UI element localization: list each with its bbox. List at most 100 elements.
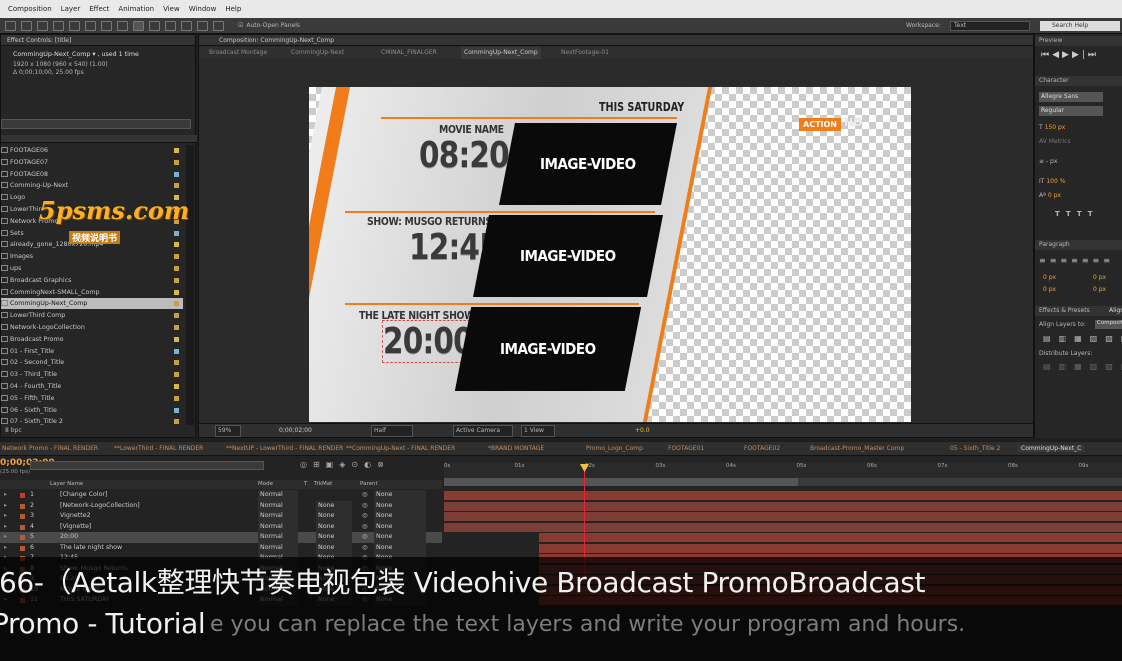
type-tool-icon[interactable] (133, 20, 144, 31)
menu-view[interactable]: View (163, 5, 180, 13)
menu-window[interactable]: Window (189, 5, 217, 13)
layer-trkmat-select[interactable]: None (316, 521, 352, 532)
layer-color-swatch[interactable] (20, 545, 25, 551)
comp-viewer-canvas[interactable]: THIS SATURDAY ACTION HD MOVIE NAME 08:20… (309, 87, 911, 422)
layer-duration-bar[interactable] (539, 543, 1122, 553)
bpc-toggle[interactable]: 8 bpc (5, 427, 22, 434)
timeline-tab[interactable]: Promo_Logo_Comp (586, 445, 643, 452)
layer-row[interactable]: ▸ 5 20:00 Normal None ◎ None (0, 532, 442, 543)
layer-color-swatch[interactable] (20, 514, 25, 519)
indent-left-value[interactable]: 0 px (1043, 274, 1056, 281)
timeline-tab[interactable]: Network Promo - FINAL RENDER (2, 445, 98, 452)
menu-animation[interactable]: Animation (118, 5, 154, 13)
visibility-eye-icon[interactable]: ▸ (4, 501, 7, 512)
comp-subtab[interactable]: CommingUp-Next (291, 47, 344, 59)
layer-duration-bar[interactable] (444, 522, 1122, 532)
preview-tab[interactable]: Preview (1035, 36, 1122, 46)
comp-subtab[interactable]: NextFootage-01 (561, 47, 609, 59)
layer-trkmat-select[interactable]: None (316, 500, 352, 511)
project-item[interactable]: 07 - Sixth_Title 2 (1, 416, 183, 427)
layer-mode-select[interactable]: Normal (258, 521, 298, 532)
timeline-tab[interactable]: 05 - Sixth_Title 2 (950, 445, 1000, 452)
character-tab[interactable]: Character (1035, 76, 1122, 86)
label-color-swatch[interactable] (174, 159, 179, 165)
layer-parent-select[interactable]: None (374, 542, 426, 553)
zoom-select[interactable]: 59% (215, 425, 241, 437)
project-item[interactable]: Broadcast Graphics (1, 275, 183, 286)
font-style-select[interactable]: Regular (1039, 106, 1103, 116)
timeline-tab[interactable]: Broadcast-Promo_Master Comp (810, 445, 904, 452)
label-color-swatch[interactable] (174, 277, 179, 283)
parent-pickwhip-icon[interactable]: ◎ (362, 490, 368, 501)
leading-value[interactable]: - px (1046, 158, 1057, 165)
timeline-tab[interactable]: *BRAND MONTAGE (488, 445, 544, 452)
label-color-swatch[interactable] (174, 266, 179, 271)
layer-parent-select[interactable]: None (374, 500, 426, 511)
pan-behind-tool-icon[interactable] (85, 20, 96, 31)
layer-trkmat-select[interactable]: None (316, 542, 352, 553)
label-color-swatch[interactable] (174, 360, 179, 366)
label-color-swatch[interactable] (174, 148, 179, 153)
project-item[interactable]: 01 - First_Title (1, 346, 183, 357)
label-color-swatch[interactable] (174, 419, 179, 425)
layer-row[interactable]: ▸ 2 [Network-LogoCollection] Normal None ◎ Non… (0, 500, 442, 512)
project-item[interactable]: ups (1, 263, 183, 274)
timeline-switch-icons[interactable]: ◎⊞▣◈⊙◐⊗ (300, 460, 390, 469)
layer-mode-select[interactable]: Normal (258, 511, 298, 522)
parent-pickwhip-icon[interactable]: ◎ (362, 532, 368, 543)
parent-pickwhip-icon[interactable]: ◎ (362, 501, 368, 512)
project-item[interactable]: 03 - Third_Title (1, 369, 183, 380)
project-item[interactable]: CommingNext-SMALL_Comp (1, 287, 183, 298)
label-color-swatch[interactable] (174, 301, 179, 307)
mask-tool-icon[interactable] (101, 20, 112, 31)
align-tab[interactable]: Align (1109, 306, 1122, 316)
timeline-tab[interactable]: **CommingUp-Next - FINAL RENDER (346, 445, 455, 452)
label-color-swatch[interactable] (174, 325, 179, 330)
visibility-eye-icon[interactable]: ▸ (4, 543, 7, 554)
auto-open-checkbox[interactable]: ☑ (238, 22, 243, 29)
comp-subtab[interactable]: CMINAL_FINALGER (381, 47, 437, 59)
comp-subtab[interactable]: CommingUp-Next_Comp (461, 47, 541, 59)
menu-help[interactable]: Help (225, 5, 241, 13)
layer-row[interactable]: ▸ 6 The late night show Normal None ◎ None (0, 542, 442, 554)
timecode-display[interactable]: 0;00;02;00 (279, 424, 312, 438)
label-color-swatch[interactable] (174, 254, 179, 260)
layer-name[interactable]: [Change Color] (60, 490, 107, 501)
layer-color-swatch[interactable] (20, 535, 25, 540)
label-color-swatch[interactable] (174, 171, 179, 177)
layer-trkmat-select[interactable]: None (316, 511, 352, 522)
eraser-tool-icon[interactable] (181, 20, 192, 31)
label-color-swatch[interactable] (174, 384, 179, 389)
project-item[interactable]: 04 - Fourth_Title (1, 381, 183, 392)
label-color-swatch[interactable] (174, 183, 179, 189)
layer-duration-bar[interactable] (444, 491, 1122, 500)
layer-parent-select[interactable]: None (374, 521, 426, 532)
timeline-tab[interactable]: FOOTAGE02 (744, 445, 780, 452)
label-color-swatch[interactable] (174, 289, 179, 295)
layer-color-swatch[interactable] (20, 524, 25, 530)
layer-parent-select[interactable]: None (374, 490, 426, 501)
selection-tool-icon[interactable] (5, 20, 16, 31)
font-size-value[interactable]: 150 px (1045, 124, 1066, 131)
puppet-tool-icon[interactable] (213, 20, 224, 31)
project-item[interactable]: Comming-Up-Next (1, 180, 183, 191)
project-item[interactable]: Broadcast Promo (1, 334, 183, 345)
align-buttons[interactable]: ▤▥▦▧▨▩ (1043, 334, 1122, 343)
vscale-value[interactable]: 100 % (1046, 178, 1065, 185)
align-target-select[interactable]: Composition (1095, 320, 1122, 329)
label-color-swatch[interactable] (174, 348, 179, 354)
project-item[interactable]: 06 - Sixth_Title (1, 405, 183, 416)
layer-name[interactable]: 20:00 (60, 532, 78, 543)
project-item[interactable]: LowerThird Comp (1, 310, 183, 321)
project-item[interactable]: FOOTAGE06 (1, 145, 183, 156)
layer-row[interactable]: ▸ 3 Vignette2 Normal None ◎ None (0, 511, 442, 522)
layer-duration-bar[interactable] (444, 512, 1122, 521)
layer-duration-bar[interactable] (444, 501, 1122, 511)
timeline-tab[interactable]: CommingUp-Next_C (1018, 445, 1085, 452)
layer-name[interactable]: The late night show (60, 543, 122, 554)
project-item[interactable]: FOOTAGE07 (1, 157, 183, 168)
layer-name[interactable]: [Network-LogoCollection] (60, 501, 140, 512)
layer-trkmat-select[interactable]: None (316, 532, 352, 543)
preview-controls[interactable]: ⏮◀▶▶|⏭ (1041, 50, 1099, 60)
roto-tool-icon[interactable] (197, 20, 208, 31)
